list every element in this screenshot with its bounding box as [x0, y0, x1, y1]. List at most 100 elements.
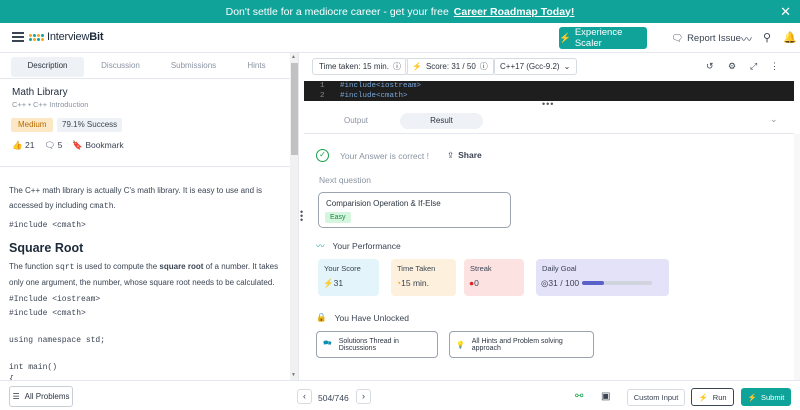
- custom-input-button[interactable]: Custom Input: [627, 389, 685, 406]
- interviewbit-logo[interactable]: InterviewBit: [29, 31, 103, 43]
- next-question-card[interactable]: Comparision Operation & If-Else Easy: [318, 192, 511, 228]
- share-button[interactable]: ⇪ Share: [447, 150, 482, 161]
- intro-paragraph: The C++ math library is actually C's mat…: [9, 186, 263, 211]
- code-line: #include <cmath>: [9, 309, 86, 318]
- bookmark-icon: 🔖: [72, 140, 83, 150]
- sqrt-paragraph: The function sqrt is used to compute the…: [9, 262, 279, 287]
- problem-stats: 👍 21 🗨 5 🔖 Bookmark: [12, 140, 124, 151]
- language-select[interactable]: C++17 (Gcc-9.2) ⌄: [493, 58, 578, 75]
- next-question-title: Comparision Operation & If-Else: [326, 199, 441, 208]
- problem-title: Math Library: [12, 87, 68, 98]
- collapse-chevron-icon[interactable]: ⌄: [770, 114, 778, 125]
- editor-panel: Time taken: 15 min. ⓘ ⚡ Score: 31 / 50 ⓘ…: [304, 53, 800, 380]
- more-options-icon[interactable]: ⋮: [770, 61, 779, 72]
- code-line: #Include <iostream>: [9, 295, 101, 304]
- unlocked-heading: 🔒 You Have Unlocked: [316, 312, 409, 323]
- info-icon[interactable]: ⓘ: [480, 61, 488, 72]
- line-number: 1: [320, 82, 325, 90]
- fullscreen-icon[interactable]: ⤢: [750, 61, 757, 72]
- reset-icon[interactable]: ↺: [706, 61, 714, 72]
- time-taken: Time taken: 15 min. ⓘ: [312, 58, 408, 75]
- left-scrollbar[interactable]: ▲ ▼: [290, 53, 298, 380]
- report-issue-button[interactable]: 🗨 Report Issue: [671, 33, 741, 44]
- next-question-label: Next question: [319, 175, 371, 185]
- chevron-down-icon: ⌄: [563, 62, 571, 71]
- chevron-left-icon: ‹: [303, 391, 306, 401]
- user-icon[interactable]: ⚲: [763, 31, 771, 44]
- report-icon: 🗨: [671, 33, 684, 44]
- logo-mark-icon: [29, 33, 44, 41]
- prev-problem-button[interactable]: ‹: [297, 389, 312, 404]
- tab-description[interactable]: Description: [11, 57, 84, 77]
- code-editor[interactable]: 1 #include<iostream> 2 #include<cmath>: [304, 81, 794, 101]
- career-roadmap-link[interactable]: Career Roadmap Today!: [454, 6, 575, 18]
- chat-icon: 🗪: [323, 340, 332, 347]
- result-status: ✓ Your Answer is correct ! ⇪ Share: [316, 149, 482, 162]
- problem-counter: 504/746: [318, 393, 349, 403]
- bolt-icon: ⚡: [323, 278, 334, 288]
- score-card: Your Score ⚡31: [318, 259, 379, 296]
- list-icon: ☰: [12, 392, 20, 401]
- lock-icon: 🔒: [316, 312, 327, 322]
- right-scrollbar[interactable]: [794, 134, 800, 380]
- share-icon: ⇪: [446, 150, 455, 160]
- pulse-icon: 〰: [316, 241, 325, 251]
- tab-hints[interactable]: Hints: [230, 57, 283, 77]
- tab-submissions[interactable]: Submissions: [157, 57, 230, 77]
- tab-discussion[interactable]: Discussion: [84, 57, 157, 77]
- goal-progress-fill: [582, 281, 604, 285]
- activity-icon[interactable]: 〰: [741, 31, 752, 47]
- submit-button[interactable]: ⚡ Submit: [741, 388, 791, 406]
- scroll-down-icon[interactable]: ▼: [291, 372, 296, 378]
- run-button[interactable]: ⚡ Run: [691, 388, 734, 406]
- time-card: Time Taken ◔15 min.: [391, 259, 456, 296]
- lightbulb-icon: 💡: [456, 341, 465, 349]
- line-number: 2: [320, 92, 325, 100]
- menu-icon[interactable]: [12, 32, 24, 42]
- streak-card: Streak ●0: [464, 259, 524, 296]
- banner-text: Don't settle for a mediocre career - get…: [225, 5, 449, 18]
- divider: [304, 133, 794, 134]
- daily-goal-card: Daily Goal ◎31 / 100: [536, 259, 669, 296]
- code-line[interactable]: #include<cmath>: [340, 92, 408, 100]
- editor-toolbar: Time taken: 15 min. ⓘ ⚡ Score: 31 / 50 ⓘ…: [304, 53, 800, 81]
- bolt-icon: ⚡: [559, 32, 571, 44]
- divider: [0, 166, 290, 167]
- performance-heading: 〰 Your Performance: [316, 241, 401, 251]
- next-problem-button[interactable]: ›: [356, 389, 371, 404]
- code-line[interactable]: #include<iostream>: [340, 82, 421, 90]
- all-problems-button[interactable]: ☰ All Problems: [9, 386, 73, 407]
- solutions-thread-button[interactable]: 🗪 Solutions Thread in Discussions: [316, 331, 438, 358]
- scroll-up-icon[interactable]: ▲: [291, 54, 296, 60]
- editor-resize-handle[interactable]: •••: [542, 99, 554, 109]
- experience-scaler-button[interactable]: ⚡ Experience Scaler: [559, 27, 647, 49]
- like-button[interactable]: 👍 21: [12, 140, 34, 151]
- thumbs-up-icon: 👍: [12, 140, 23, 150]
- difficulty-badge: Medium: [11, 118, 54, 132]
- check-circle-icon: ✓: [316, 149, 329, 162]
- info-icon[interactable]: ⓘ: [393, 61, 401, 72]
- bolt-icon: ⚡: [412, 62, 422, 71]
- close-icon[interactable]: ✕: [780, 4, 791, 20]
- console-icon[interactable]: ▣: [601, 391, 610, 402]
- tab-result[interactable]: Result: [400, 113, 483, 129]
- settings-icon[interactable]: ⚙: [728, 61, 736, 72]
- success-rate-badge: 79.1% Success: [57, 118, 123, 132]
- promo-banner: Don't settle for a mediocre career - get…: [0, 0, 800, 23]
- tab-output[interactable]: Output: [316, 113, 396, 129]
- output-tabs: Output Result: [304, 110, 800, 132]
- goal-progress-bar: [582, 281, 652, 285]
- bell-icon[interactable]: 🔔: [783, 31, 797, 44]
- panel-resize-handle[interactable]: • • •: [300, 208, 303, 225]
- bookmark-button[interactable]: 🔖 Bookmark: [72, 140, 123, 151]
- scroll-thumb[interactable]: [291, 63, 298, 155]
- bolt-icon: ⚡: [698, 392, 708, 402]
- code-review-icon[interactable]: ⚯: [575, 391, 583, 402]
- top-nav: InterviewBit ⚡ Experience Scaler 🗨 Repor…: [0, 23, 800, 53]
- problem-panel: Description Discussion Submissions Hints…: [0, 53, 299, 380]
- difficulty-badge: Easy: [325, 212, 351, 223]
- code-snippet: #include <cmath>: [9, 221, 86, 230]
- breadcrumb: C++ • C++ Introduction: [12, 100, 89, 109]
- comments-button[interactable]: 🗨 5: [44, 140, 62, 151]
- hints-approach-button[interactable]: 💡 All Hints and Problem solving approach: [449, 331, 594, 358]
